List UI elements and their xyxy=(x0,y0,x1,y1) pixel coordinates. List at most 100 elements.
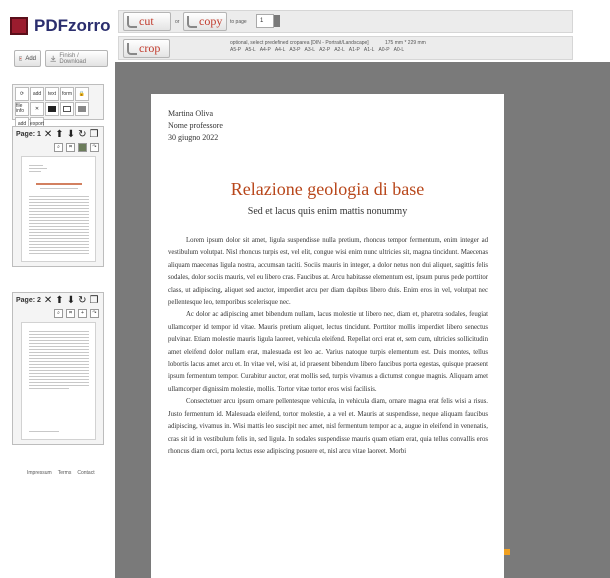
redo-icon[interactable]: ↷ xyxy=(90,308,99,318)
tools-panel: ⟳ add text form 🔒 file info ✕ add export xyxy=(12,84,104,131)
finish-download-label: Finish / Download xyxy=(59,52,87,65)
copy-button[interactable]: copy xyxy=(183,12,227,31)
document-page[interactable]: Martina Oliva Nome professore 30 giugno … xyxy=(151,94,504,578)
cut-tool[interactable]: ✕ xyxy=(30,102,44,116)
zoom-icon[interactable]: ⌕ xyxy=(54,308,63,318)
impressum-link[interactable]: Impressum xyxy=(27,470,52,476)
crop-icon xyxy=(127,42,137,55)
format-a2l[interactable]: A2-L xyxy=(334,47,345,53)
rotate-tool[interactable]: ⟳ xyxy=(15,87,29,101)
rotate-icon: ⟳ xyxy=(19,90,25,97)
crop-page-icon[interactable]: ⌗ xyxy=(66,308,75,318)
copy-page-icon[interactable]: ❐ xyxy=(89,129,98,140)
lock-tool[interactable]: 🔒 xyxy=(75,87,89,101)
arrow-up-icon[interactable]: ⬆ xyxy=(55,129,63,140)
crop-format-list: A5-P A5-L A4-P A4-L A3-P A3-L A2-P A2-L … xyxy=(230,47,404,53)
rotate-page-icon[interactable]: ↻ xyxy=(78,129,86,140)
cut-icon xyxy=(127,15,137,28)
file-info-tool[interactable]: file info xyxy=(15,102,29,116)
crop-hint: optional, select predefined croparea [DI… xyxy=(230,40,369,46)
format-a4l[interactable]: A4-L xyxy=(275,47,286,53)
contact-link[interactable]: Contact xyxy=(77,470,94,476)
footer-links: Impressum Terms Contact xyxy=(27,470,95,476)
whiteout-tool[interactable] xyxy=(60,102,74,116)
to-page-value: 1 xyxy=(260,18,264,24)
arrow-down-icon[interactable]: ⬇ xyxy=(67,129,75,140)
format-a3l[interactable]: A3-L xyxy=(305,47,316,53)
crop-button-label: crop xyxy=(139,41,161,55)
terms-link[interactable]: Terms xyxy=(58,470,72,476)
format-a0p[interactable]: A0-P xyxy=(378,47,389,53)
eraser-icon xyxy=(78,106,86,112)
resize-handle[interactable] xyxy=(504,549,510,555)
format-a2p[interactable]: A2-P xyxy=(319,47,330,53)
white-box-icon xyxy=(63,106,71,112)
add-button[interactable]: Add xyxy=(14,50,41,67)
document-header: Martina Oliva Nome professore 30 giugno … xyxy=(168,108,223,144)
add-tool[interactable]: add xyxy=(30,87,44,101)
zoom-icon[interactable]: ⌕ xyxy=(54,142,63,152)
page-1-thumbnail[interactable] xyxy=(20,156,96,262)
copy-button-label: copy xyxy=(199,14,223,28)
arrow-up-icon[interactable]: ⬆ xyxy=(55,295,63,306)
logo-mark-icon xyxy=(10,17,28,35)
document-date: 30 giugno 2022 xyxy=(168,133,219,142)
finish-download-button[interactable]: Finish / Download xyxy=(45,50,108,67)
copy-icon xyxy=(187,15,197,28)
text-tool[interactable]: text xyxy=(45,87,59,101)
top-toolbar: cut or copy to page 1 crop optional, sel… xyxy=(115,0,610,62)
close-icon[interactable]: ✕ xyxy=(44,129,52,140)
scissors-icon: ✕ xyxy=(34,105,40,112)
form-tool[interactable]: form xyxy=(60,87,74,101)
blackout-tool[interactable] xyxy=(45,102,59,116)
file-info-label: file info xyxy=(16,103,25,114)
format-a0l[interactable]: A0-L xyxy=(394,47,405,53)
add-pdf-icon[interactable]: + xyxy=(78,308,87,318)
rotate-page-icon[interactable]: ↻ xyxy=(78,295,86,306)
cut-button[interactable]: cut xyxy=(123,12,171,31)
format-a1p[interactable]: A1-P xyxy=(349,47,360,53)
arrow-down-icon[interactable]: ⬇ xyxy=(67,295,75,306)
to-page-label: to page xyxy=(230,19,247,25)
black-box-icon xyxy=(48,106,56,112)
image-icon[interactable] xyxy=(78,142,87,152)
eraser-tool[interactable] xyxy=(75,102,89,116)
paragraph: Lorem ipsum dolor sit amet, ligula suspe… xyxy=(168,237,488,307)
close-icon[interactable]: ✕ xyxy=(44,295,52,306)
crop-page-icon[interactable]: ⌗ xyxy=(66,142,75,152)
or-label: or xyxy=(175,19,180,25)
redo-icon[interactable]: ↷ xyxy=(90,142,99,152)
lock-icon: 🔒 xyxy=(78,90,86,97)
format-a1l[interactable]: A1-L xyxy=(364,47,375,53)
professor-name: Nome professore xyxy=(168,121,223,130)
app-name: PDFzorro xyxy=(34,16,111,35)
sidebar: PDFzorro Add Finish / Download ⟳ add tex… xyxy=(0,0,115,578)
add-file-icon xyxy=(19,56,23,61)
author-name: Martina Oliva xyxy=(168,109,214,118)
document-viewport[interactable]: Martina Oliva Nome professore 30 giugno … xyxy=(115,62,610,578)
add-button-label: Add xyxy=(25,55,36,62)
crop-button[interactable]: crop xyxy=(123,39,170,58)
cut-copy-row: cut or copy to page 1 xyxy=(118,10,573,33)
page-2-label: Page: 2 xyxy=(16,296,41,304)
logo[interactable]: PDFzorro xyxy=(10,16,111,36)
crop-row: crop optional, select predefined cropare… xyxy=(118,36,573,60)
format-a3p[interactable]: A3-P xyxy=(289,47,300,53)
page-panel-1: Page: 1 ✕ ⬆ ⬇ ↻ ❐ ⌕ ⌗ ↷ xyxy=(12,126,104,267)
page-1-label: Page: 1 xyxy=(16,130,41,138)
format-a4p[interactable]: A4-P xyxy=(260,47,271,53)
add-tool-label: add xyxy=(32,90,42,97)
to-page-select[interactable]: 1 xyxy=(256,14,280,28)
document-body: Lorem ipsum dolor sit amet, ligula suspe… xyxy=(168,235,488,458)
paragraph: Ac dolor ac adipiscing amet bibendum nul… xyxy=(168,311,488,393)
download-icon xyxy=(50,55,56,62)
paragraph: Consectetuer arcu ipsum ornare pellentes… xyxy=(168,398,488,455)
form-tool-label: form xyxy=(62,90,72,97)
format-a5l[interactable]: A5-L xyxy=(245,47,256,53)
format-a5p[interactable]: A5-P xyxy=(230,47,241,53)
crop-size: 175 mm * 229 mm xyxy=(385,40,426,46)
cut-button-label: cut xyxy=(139,14,154,28)
document-subtitle: Sed et lacus quis enim mattis nonummy xyxy=(247,206,408,217)
copy-page-icon[interactable]: ❐ xyxy=(89,295,98,306)
page-2-thumbnail[interactable] xyxy=(20,322,96,440)
